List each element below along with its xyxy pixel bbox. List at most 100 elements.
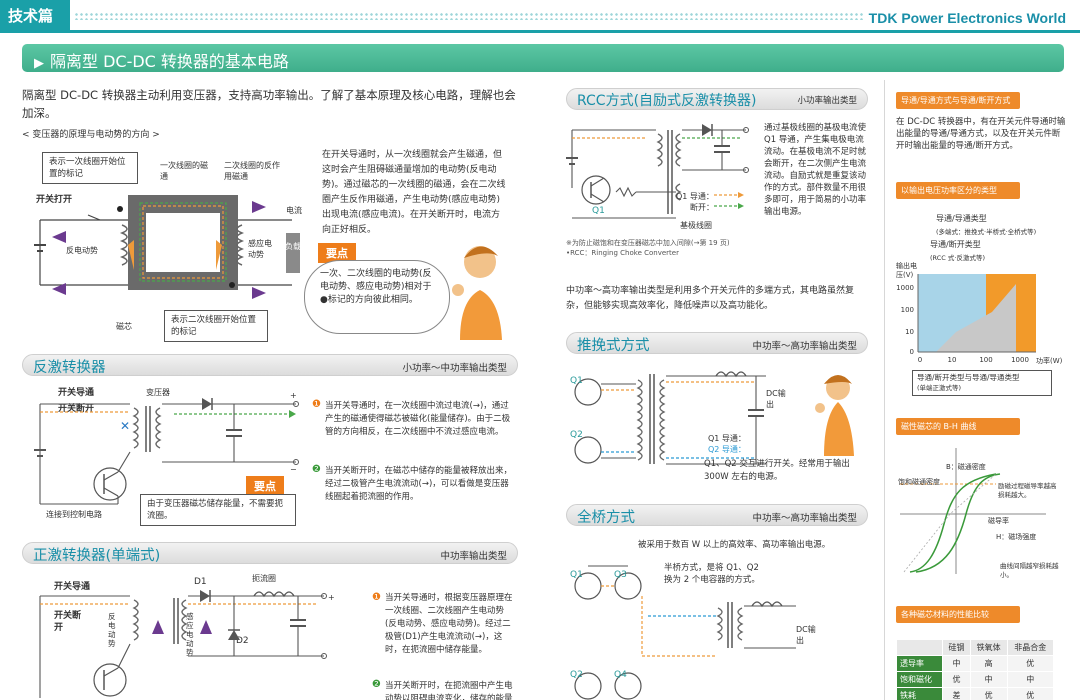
bh-note1: 励磁过程磁导率越高损耗越大。 bbox=[998, 482, 1057, 499]
bh-sat-label: 饱和磁通密度 bbox=[898, 478, 940, 486]
fullbridge-dc-out: DC输出 bbox=[796, 625, 816, 645]
forward-d1-icon bbox=[200, 590, 210, 602]
rcc-circuit bbox=[566, 124, 749, 219]
bh-mu-label: 磁导率 bbox=[988, 517, 1009, 525]
title-arrow-icon: ▶ bbox=[34, 56, 44, 71]
key-point-text: 一次、二次线圈的电动势(反电动势、感应电动势)相对于●标记的方向彼此相同。 bbox=[320, 269, 432, 305]
ytick-1000: 1000 bbox=[896, 284, 914, 292]
bh-h-label: H：磁场强度 bbox=[996, 533, 1037, 541]
back-emf-arrow-icon bbox=[52, 231, 66, 243]
multi-switch-description: 中功率～高功率输出类型是利用多个开关元件的多端方式，其电路虽然复杂，但能够实现高… bbox=[566, 286, 855, 311]
materials-table: 硅钢 铁氧体 非晶合金 透导率 中 高 优 饱和磁化 优 中 中 铁耗 差 优 … bbox=[895, 639, 1055, 700]
rcc-footnote1: ※为防止磁饱和在变压器磁芯中加入间隙(→第 19 页) bbox=[566, 239, 730, 247]
pushpull-subtitle: 中功率～高功率输出类型 bbox=[752, 341, 857, 352]
fullbridge-q3: Q3 bbox=[614, 570, 627, 580]
rcc-header: RCC方式(自励式反激转换器) 小功率输出类型 bbox=[566, 88, 868, 110]
materials-col-1: 硅钢 bbox=[942, 639, 971, 656]
chart-mix-text: 导通/断开类型与导通/导通类型 bbox=[917, 373, 1020, 382]
pushpull-header: 推挽式方式 中功率～高功率输出类型 bbox=[566, 332, 868, 354]
xtick-100: 100 bbox=[979, 356, 992, 364]
cell: 优 bbox=[942, 671, 971, 688]
cell: 优 bbox=[1006, 687, 1055, 700]
forward-note2-bullet-icon: ❷ bbox=[372, 679, 381, 690]
chart-label-onon: 导通/导通类型 bbox=[936, 214, 987, 223]
load-text: 负载 bbox=[285, 241, 301, 251]
flyback-note2-bullet-icon: ❷ bbox=[312, 464, 321, 475]
cell: 中 bbox=[1006, 671, 1055, 688]
load-box bbox=[286, 233, 300, 273]
sidebar-divider bbox=[884, 80, 885, 700]
pushpull-illustration bbox=[815, 375, 854, 456]
sidebar-head-types: 以输出电压功率区分的类型 bbox=[896, 182, 1020, 199]
forward-subtitle: 中功率输出类型 bbox=[440, 551, 507, 562]
flyback-off-arrow-icon bbox=[289, 410, 296, 418]
flyback-primary-coil bbox=[132, 407, 139, 449]
forward-note2: 当开关断开时，在扼流圈中产生电动势以阻碍电流变化，储存的能量被释放出来 bbox=[385, 681, 513, 700]
top-bar: 技术篇 TDK Power Electronics World bbox=[0, 0, 1080, 34]
forward-transistor-icon bbox=[93, 663, 127, 697]
chart-mix-sub: (单端正激式等) bbox=[917, 384, 962, 392]
fullbridge-lead: 被采用于数百 W 以上的高效率、高功率输出电源。 bbox=[638, 540, 831, 550]
transformer-caption: < 变压器的原理与电动势的方向 > bbox=[22, 130, 160, 140]
rcc-base-coil: 基极线圈 bbox=[680, 221, 712, 230]
hand bbox=[452, 284, 464, 296]
primary-dot-icon bbox=[117, 206, 123, 212]
sidebar-text-modes: 在 DC-DC 转换器中，有在开关元件导通时输出能量的导通/导通方式，以及在开关… bbox=[896, 117, 1066, 151]
brand-title: TDK Power Electronics World bbox=[868, 10, 1066, 26]
forward-note1-bullet-icon: ❶ bbox=[372, 592, 381, 603]
xtick-10: 10 bbox=[948, 356, 957, 364]
page-title-text: 隔离型 DC-DC 转换器的基本电路 bbox=[50, 52, 289, 71]
pushpull-title: 推挽式方式 bbox=[577, 338, 650, 354]
rcc-legend-off: 断开： bbox=[690, 203, 714, 212]
rcc-title: RCC方式(自励式反激转换器) bbox=[577, 93, 757, 109]
materials-col-0 bbox=[895, 639, 944, 656]
materials-col-3: 非晶合金 bbox=[1006, 639, 1055, 656]
secondary-dot-icon bbox=[229, 282, 235, 288]
forward-choke-icon bbox=[253, 591, 295, 598]
power-type-chart: 1000 100 10 0 0 10 100 1000 bbox=[896, 274, 1036, 364]
flyback-note1-bullet-icon: ❶ bbox=[312, 399, 321, 410]
pushpull-q2: Q2 bbox=[570, 430, 583, 440]
rcc-q1: Q1 bbox=[592, 206, 605, 216]
ytick-10: 10 bbox=[905, 328, 914, 336]
flyback-title: 反激转换器 bbox=[33, 360, 106, 376]
flyback-transistor-icon bbox=[93, 467, 127, 501]
fullbridge-q1: Q1 bbox=[570, 570, 583, 580]
pushpull-dc-out: DC输出 bbox=[766, 389, 786, 409]
switch-icon bbox=[87, 214, 101, 221]
row-label: 铁耗 bbox=[895, 687, 944, 700]
row-label: 饱和磁化 bbox=[895, 671, 944, 688]
flyback-secondary-coil bbox=[155, 407, 162, 449]
xtick-1000: 1000 bbox=[1011, 356, 1029, 364]
flyback-subtitle: 小功率～中功率输出类型 bbox=[402, 363, 507, 374]
forward-circuit: + bbox=[39, 590, 334, 698]
body bbox=[460, 290, 502, 340]
flyback-header: 反激转换器 小功率～中功率输出类型 bbox=[22, 354, 518, 376]
fullbridge-title: 全桥方式 bbox=[577, 510, 635, 526]
xtick-0: 0 bbox=[918, 356, 922, 364]
flyback-key-text: 由于变压器磁芯储存能量，不需要扼流圈。 bbox=[140, 494, 296, 526]
fullbridge-header: 全桥方式 中功率～高功率输出类型 bbox=[566, 504, 868, 526]
transformer-description: 在开关导通时，从一次线圈就会产生磁通，但这时会产生阻碍磁通量增加的电动势(反电动… bbox=[322, 150, 506, 235]
cell: 中 bbox=[969, 671, 1008, 688]
forward-title: 正激转换器(单端式) bbox=[33, 548, 161, 564]
flyback-diode-icon bbox=[202, 398, 212, 410]
pushpull-q1: Q1 bbox=[570, 376, 583, 386]
core-label: 磁芯 bbox=[116, 322, 132, 331]
row-label: 透导率 bbox=[895, 655, 944, 672]
sidebar-head-modes: 导通/导通方式与导通/断开方式 bbox=[896, 92, 1020, 109]
flyback-note1: 当开关导通时，在一次线圈中流过电流(→)，通过产生的磁通使得磁芯被磁化(能量储存… bbox=[325, 401, 511, 437]
table-row: 铁耗 差 优 优 bbox=[895, 687, 1055, 700]
pushpull-description: Q1、Q2 交互进行开关。经常用于输出 300W 左右的电源。 bbox=[704, 459, 850, 482]
materials-header-row: 硅钢 铁氧体 非晶合金 bbox=[895, 639, 1055, 656]
table-row: 饱和磁化 优 中 中 bbox=[895, 671, 1055, 688]
svg-text:−: − bbox=[290, 465, 297, 474]
pushpull-legend-q2: Q2 导通： bbox=[708, 445, 746, 454]
cell: 中 bbox=[942, 655, 971, 672]
dotted-rule bbox=[74, 12, 864, 20]
core-window bbox=[146, 213, 220, 272]
forward-note1: 当开关导通时，根据变压器原理在一次线圈、二次线圈产生电动势(反电动势、感应电动势… bbox=[385, 593, 513, 655]
bh-note2: 曲线间隔越窄损耗越小。 bbox=[1000, 562, 1059, 579]
rcc-description: 通过基极线圈的基极电流使 Q1 导通，产生集电极电流流动。在基极电流不足时就会断… bbox=[764, 123, 867, 217]
chart-mix-label: 导通/断开类型与导通/导通类型 (单端正激式等) bbox=[912, 370, 1052, 396]
